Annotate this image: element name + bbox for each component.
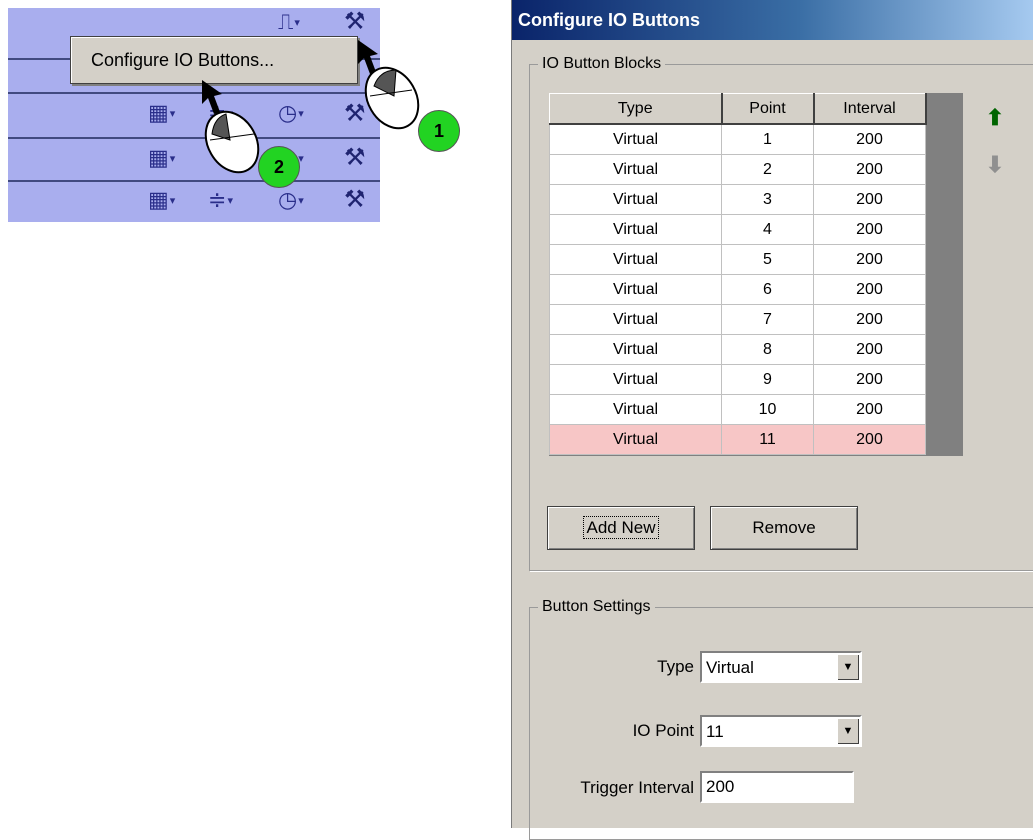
left-click-mouse-icon [202,80,260,174]
cell-interval[interactable]: 200 [813,334,926,365]
io-point-select[interactable]: 11 ▼ [700,715,862,747]
cell-point[interactable]: 7 [721,304,814,335]
cell-point[interactable]: 2 [721,154,814,185]
table-row[interactable]: Virtual 11 200 [549,424,926,455]
move-up-arrow-icon[interactable]: ⬆ [980,103,1010,133]
trigger-interval-label: Trigger Interval [580,778,694,797]
cell-point[interactable]: 6 [721,274,814,305]
cell-type[interactable]: Virtual [549,214,722,245]
cell-type[interactable]: Virtual [549,123,722,155]
chevron-down-icon[interactable]: ▼ [837,718,859,744]
table-row[interactable]: Virtual 8 200 [549,334,926,365]
cell-type[interactable]: Virtual [549,304,722,335]
table-row[interactable]: Virtual 2 200 [549,154,926,185]
cell-interval[interactable]: 200 [813,364,926,395]
cell-type[interactable]: Virtual [549,364,722,395]
tools-icon[interactable]: ⚒ [344,9,366,33]
cell-point[interactable]: 9 [721,364,814,395]
remove-label: Remove [752,518,816,537]
type-select-value: Virtual [706,658,754,677]
column-header-point[interactable]: Point [721,93,815,125]
tools-icon[interactable]: ⚒ [344,145,366,169]
cell-interval[interactable]: 200 [813,154,926,185]
cell-interval[interactable]: 200 [813,274,926,305]
table-row[interactable]: Virtual 1 200 [549,123,926,155]
tools-icon[interactable]: ⚒ [344,187,366,211]
table-row[interactable]: Virtual 7 200 [549,304,926,335]
type-select[interactable]: Virtual ▼ [700,651,862,683]
context-menu: Configure IO Buttons... [70,36,358,84]
cell-interval[interactable]: 200 [813,244,926,275]
row-divider [8,180,380,182]
cell-interval[interactable]: 200 [813,123,926,155]
cell-point[interactable]: 3 [721,184,814,215]
trigger-interval-input[interactable] [700,771,854,803]
cell-interval[interactable]: 200 [813,214,926,245]
table-row[interactable]: Virtual 4 200 [549,214,926,245]
clock-icon[interactable]: ◷▾ [278,103,304,125]
io-point-select-value: 11 [706,722,724,741]
table-row[interactable]: Virtual 5 200 [549,244,926,275]
cell-point[interactable]: 5 [721,244,814,275]
chevron-down-icon[interactable]: ▼ [837,654,859,680]
table-icon[interactable]: ▦▾ [148,190,175,212]
cell-type[interactable]: Virtual [549,184,722,215]
cell-interval[interactable]: 200 [813,184,926,215]
cell-type[interactable]: Virtual [549,334,722,365]
cell-point[interactable]: 1 [721,123,814,155]
move-down-arrow-icon[interactable]: ⬇ [980,150,1010,180]
cell-interval[interactable]: 200 [813,424,926,455]
button-settings-label: Button Settings [542,598,651,615]
right-click-mouse-icon [358,40,420,130]
row-divider [8,137,380,139]
cell-type[interactable]: Virtual [549,394,722,425]
cell-point[interactable]: 4 [721,214,814,245]
filter-icon[interactable]: ≑▾ [208,190,233,212]
table-row[interactable]: Virtual 6 200 [549,274,926,305]
column-header-interval[interactable]: Interval [813,93,927,125]
cell-point[interactable]: 11 [721,424,814,455]
clock-icon[interactable]: ◷▾ [278,190,304,212]
add-new-button[interactable]: Add New [547,506,695,550]
cell-point[interactable]: 8 [721,334,814,365]
cell-interval[interactable]: 200 [813,394,926,425]
io-button-blocks-label: IO Button Blocks [542,55,662,72]
add-new-label: Add New [582,516,660,539]
pulse-icon[interactable]: ⎍▾ [278,12,300,34]
io-button-blocks-table[interactable]: Type Point Interval Virtual 1 200 Virtual 2 2… [549,93,963,456]
title-bar: Configure IO Buttons [512,0,1033,40]
cell-type[interactable]: Virtual [549,154,722,185]
table-row[interactable]: Virtual 10 200 [549,394,926,425]
type-label: Type [657,657,694,676]
table-row[interactable]: Virtual 3 200 [549,184,926,215]
configure-io-buttons-menu-item[interactable]: Configure IO Buttons... [91,50,274,71]
table-icon[interactable]: ▦▾ [148,148,175,170]
cell-type[interactable]: Virtual [549,424,722,455]
cell-type[interactable]: Virtual [549,244,722,275]
table-icon[interactable]: ▦▾ [148,103,175,125]
step-2-badge: 2 [258,146,300,188]
cell-type[interactable]: Virtual [549,274,722,305]
dialog-title: Configure IO Buttons [518,10,700,30]
cell-interval[interactable]: 200 [813,304,926,335]
column-header-type[interactable]: Type [549,93,723,125]
io-point-label: IO Point [632,721,694,740]
table-row[interactable]: Virtual 9 200 [549,364,926,395]
row-divider [8,92,380,94]
remove-button[interactable]: Remove [710,506,858,550]
cell-point[interactable]: 10 [721,394,814,425]
step-1-badge: 1 [418,110,460,152]
configure-io-buttons-dialog: Configure IO Buttons IO Button Blocks Ty… [511,0,1033,840]
